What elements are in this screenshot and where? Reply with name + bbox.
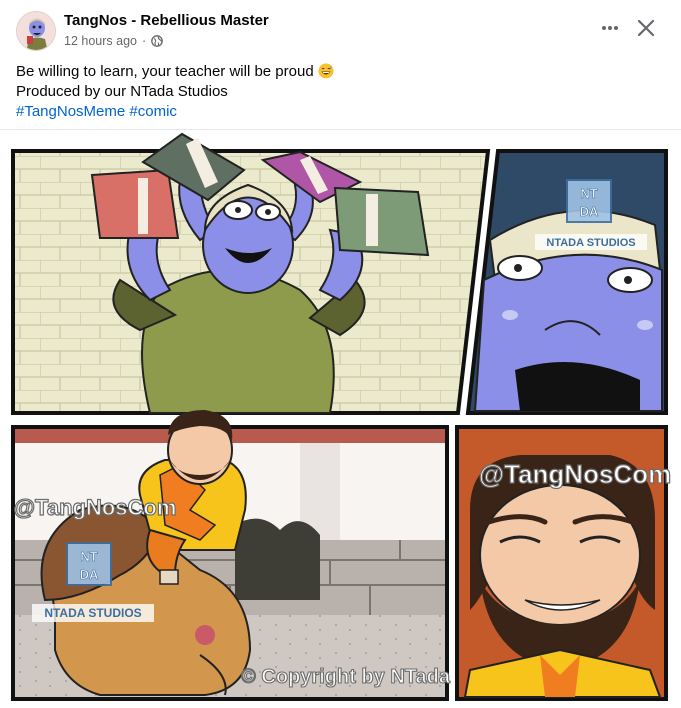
caption-line-1: Be willing to learn, your teacher will b… [16,62,656,82]
facebook-post: TangNos - Rebellious Master 12 hours ago… [0,0,681,708]
caption-hashtags: #TangNosMeme #comic [16,102,656,122]
comic-panels: NT DA NTADA STUDIOS @TangNosCom NT DA NT… [11,132,672,701]
comic-panel-1 [11,132,491,415]
svg-text:DA: DA [580,204,599,219]
more-horizontal-icon [602,26,618,30]
author-name[interactable]: TangNos - Rebellious Master [64,12,269,29]
grinning-sweat-emoji [318,63,334,79]
handle-watermark-right: @TangNosCom [479,459,671,489]
post-meta: 12 hours ago · [64,34,164,48]
globe-icon[interactable] [151,35,164,47]
caption-text-1: Be willing to learn, your teacher will b… [16,63,314,80]
hashtag-tangnosmeme[interactable]: #TangNosMeme [16,103,125,120]
hashtag-comic[interactable]: #comic [129,103,177,120]
meta-separator: · [141,34,147,48]
comic-panel-3: @TangNosCom NT DA NTADA STUDIOS © Copyri… [11,410,529,701]
book-green [333,186,430,257]
comic-image[interactable]: NT DA NTADA STUDIOS @TangNosCom NT DA NT… [0,130,681,708]
caption-line-2: Produced by our NTada Studios [16,83,228,100]
close-icon [637,19,655,37]
handle-watermark-left: @TangNosCom [14,495,177,520]
book-red [90,168,180,239]
comic-panel-4: @TangNosCom [455,425,672,701]
studio-name-top: NTADA STUDIOS [546,237,635,249]
comic-panel-2: NT DA NTADA STUDIOS [465,149,668,415]
post-header: TangNos - Rebellious Master 12 hours ago… [0,0,681,56]
studio-name-left: NTADA STUDIOS [44,606,141,620]
author-avatar[interactable] [16,11,56,51]
post-caption: Be willing to learn, your teacher will b… [16,62,656,122]
more-options-button[interactable] [594,12,626,44]
svg-text:NT: NT [80,549,97,564]
svg-text:DA: DA [80,567,99,582]
avatar-image [17,12,55,50]
svg-text:NT: NT [580,186,597,201]
post-timestamp[interactable]: 12 hours ago [64,34,137,48]
close-button[interactable] [630,12,662,44]
